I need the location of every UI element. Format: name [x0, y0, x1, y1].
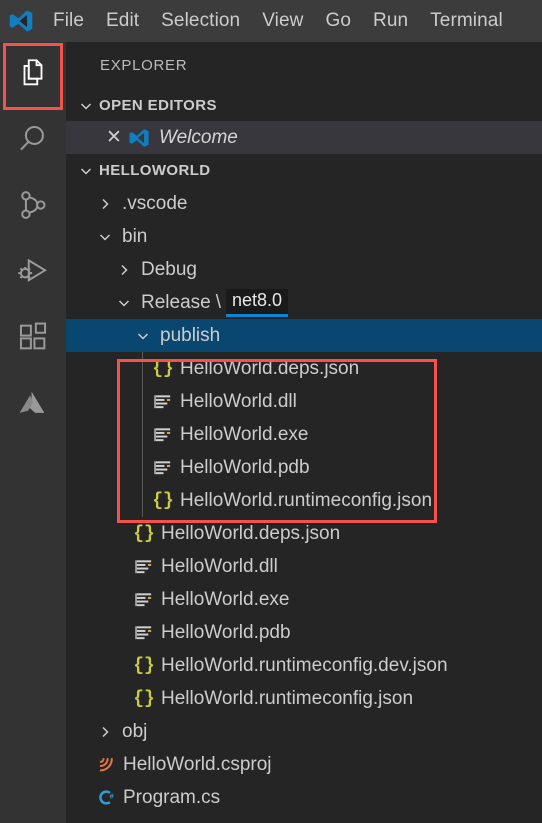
tree-row-helloworld-pdb[interactable]: HelloWorld.pdb: [66, 451, 542, 484]
tree-row-label: HelloWorld.exe: [180, 423, 309, 445]
binary-file-icon: [149, 392, 177, 411]
azure-icon: [16, 386, 50, 425]
section-header-open-editors[interactable]: OPEN EDITORS: [66, 90, 542, 121]
run-debug-icon: [16, 254, 50, 293]
json-file-icon: {}: [133, 523, 155, 544]
tree-row-label: .vscode: [122, 192, 188, 214]
tree-row-badge-net8[interactable]: net8.0: [226, 288, 289, 317]
menu-bar: File Edit Selection View Go Run Terminal: [0, 0, 542, 42]
activity-bar-item-source-control[interactable]: [0, 174, 66, 240]
chevron-right-icon[interactable]: [92, 196, 118, 212]
activity-bar-item-azure[interactable]: [0, 372, 66, 438]
vscode-window: File Edit Selection View Go Run Terminal: [0, 0, 542, 823]
binary-file-icon: [149, 458, 177, 477]
tree-row-label: HelloWorld.runtimeconfig.dev.json: [161, 654, 448, 676]
tree-row-label: bin: [122, 225, 148, 247]
search-icon: [16, 122, 50, 161]
tree-row-label: Release: [141, 291, 211, 313]
svg-text:#: #: [109, 791, 114, 800]
chevron-right-icon[interactable]: [111, 262, 137, 278]
tree-row-label: Program.cs: [123, 786, 221, 808]
open-editor-label: Welcome: [159, 126, 238, 148]
menu-view[interactable]: View: [251, 0, 314, 42]
activity-bar-item-run-and-debug[interactable]: [0, 240, 66, 306]
sidebar-title: EXPLORER: [100, 57, 188, 74]
chevron-down-icon[interactable]: [130, 328, 156, 344]
explorer-sidebar: EXPLORER OPEN EDITORS ✕ Welcome HELLOWOR…: [66, 42, 542, 823]
tree-row-label: HelloWorld.pdb: [180, 456, 310, 478]
chevron-down-icon[interactable]: [92, 229, 118, 245]
json-file-icon: {}: [152, 490, 174, 511]
chevron-down-icon: [73, 98, 99, 114]
chevron-down-icon: [73, 163, 99, 179]
open-editor-item-welcome[interactable]: ✕ Welcome: [66, 121, 542, 154]
activity-bar: [0, 42, 66, 823]
activity-bar-item-explorer[interactable]: [0, 42, 66, 108]
tree-row-helloworld-csproj[interactable]: HelloWorld.csproj: [66, 748, 542, 781]
tree-row-helloworld-runtimeconfig-json[interactable]: {} HelloWorld.runtimeconfig.json: [66, 682, 542, 715]
tree-row-helloworld-runtimeconfig-dev-json[interactable]: {} HelloWorld.runtimeconfig.dev.json: [66, 649, 542, 682]
tree-row-label: HelloWorld.runtimeconfig.json: [180, 489, 433, 511]
menu-edit[interactable]: Edit: [95, 0, 150, 42]
binary-file-icon: [130, 623, 158, 642]
tree-row-label: HelloWorld.exe: [161, 588, 290, 610]
binary-file-icon: [149, 425, 177, 444]
activity-bar-item-search[interactable]: [0, 108, 66, 174]
tree-row-label: HelloWorld.dll: [161, 555, 278, 577]
file-tree: .vscode bin Debug Release \ net8.0 publish{} He…: [66, 187, 542, 814]
tree-row-helloworld-pdb[interactable]: HelloWorld.pdb: [66, 616, 542, 649]
binary-file-icon: [130, 590, 158, 609]
tree-row-label: HelloWorld.runtimeconfig.json: [161, 687, 414, 709]
extensions-icon: [16, 320, 50, 359]
path-separator: \: [215, 291, 221, 313]
binary-file-icon: [130, 557, 158, 576]
tree-row-obj[interactable]: obj: [66, 715, 542, 748]
vscode-logo-icon: [0, 0, 42, 42]
tree-row-vscode[interactable]: .vscode: [66, 187, 542, 220]
tree-row-helloworld-dll[interactable]: HelloWorld.dll: [66, 385, 542, 418]
csharp-file-icon: #: [92, 788, 120, 807]
tree-row-label: publish: [160, 324, 221, 346]
tree-row-bin[interactable]: bin: [66, 220, 542, 253]
source-control-icon: [16, 188, 50, 227]
json-file-icon: {}: [133, 688, 155, 709]
menu-file[interactable]: File: [42, 0, 95, 42]
tree-indent-guide: [142, 352, 143, 517]
tree-row-label: HelloWorld.pdb: [161, 621, 291, 643]
tree-row-label: obj: [122, 720, 148, 742]
activity-bar-item-extensions[interactable]: [0, 306, 66, 372]
json-file-icon: {}: [152, 358, 174, 379]
tree-row-helloworld-deps-json[interactable]: {} HelloWorld.deps.json: [66, 352, 542, 385]
menu-go[interactable]: Go: [314, 0, 362, 42]
tree-row-helloworld-dll[interactable]: HelloWorld.dll: [66, 550, 542, 583]
section-header-label: OPEN EDITORS: [99, 97, 217, 114]
files-icon: [16, 56, 50, 95]
tree-row-label: HelloWorld.dll: [180, 390, 297, 412]
tree-row-helloworld-exe[interactable]: HelloWorld.exe: [66, 583, 542, 616]
menu-selection[interactable]: Selection: [150, 0, 251, 42]
tree-row-helloworld-deps-json[interactable]: {} HelloWorld.deps.json: [66, 517, 542, 550]
tree-row-label: Debug: [141, 258, 197, 280]
tree-row-program-cs[interactable]: # Program.cs: [66, 781, 542, 814]
tree-row-debug[interactable]: Debug: [66, 253, 542, 286]
folder-root-label: HELLOWORLD: [99, 162, 211, 179]
tree-row-label: HelloWorld.csproj: [123, 753, 272, 775]
close-icon[interactable]: ✕: [102, 128, 126, 147]
folder-root-helloworld[interactable]: HELLOWORLD: [66, 154, 542, 187]
tree-row-helloworld-runtimeconfig-json[interactable]: {} HelloWorld.runtimeconfig.json: [66, 484, 542, 517]
vscode-logo-icon: [126, 127, 152, 149]
chevron-down-icon[interactable]: [111, 295, 137, 311]
tree-row-label: HelloWorld.deps.json: [180, 357, 360, 379]
chevron-right-icon[interactable]: [92, 724, 118, 740]
tree-row-publish[interactable]: publish: [66, 319, 542, 352]
tree-row-release[interactable]: Release \ net8.0: [66, 286, 542, 319]
csproj-file-icon: [92, 755, 120, 774]
tree-row-helloworld-exe[interactable]: HelloWorld.exe: [66, 418, 542, 451]
json-file-icon: {}: [133, 655, 155, 676]
tree-row-label: HelloWorld.deps.json: [161, 522, 341, 544]
menu-run[interactable]: Run: [362, 0, 419, 42]
menu-terminal[interactable]: Terminal: [419, 0, 514, 42]
